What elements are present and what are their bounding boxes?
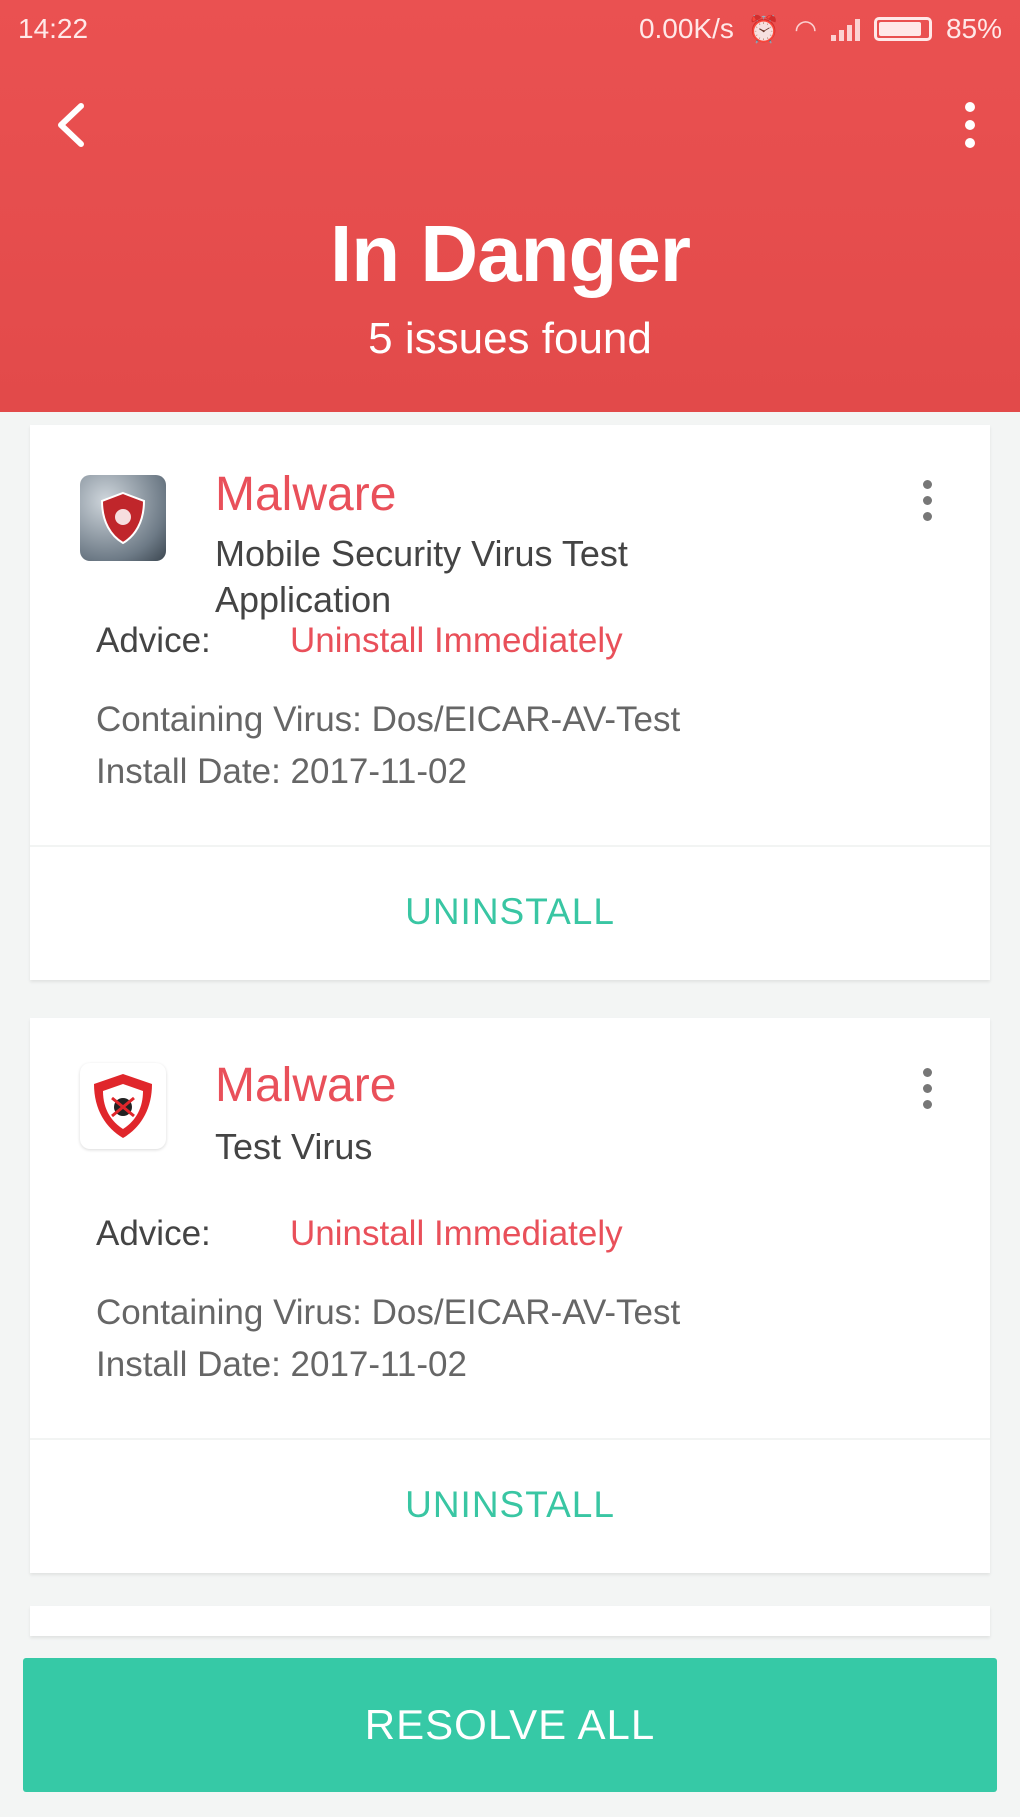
- threat-type: Malware: [215, 1059, 397, 1112]
- advice-label: Advice:: [96, 621, 211, 660]
- status-time: 14:22: [18, 13, 89, 44]
- battery-icon: [873, 17, 932, 41]
- card-more-button[interactable]: [912, 1058, 942, 1118]
- back-button[interactable]: [40, 90, 100, 160]
- install-date: Install Date: 2017-11-02: [96, 752, 467, 791]
- dot: [965, 138, 975, 148]
- resolve-all-button[interactable]: RESOLVE ALL: [23, 1658, 997, 1792]
- uninstall-button[interactable]: UNINSTALL: [30, 1445, 990, 1565]
- status-icons: 0.00K/s ⏰ ◠ 85%: [639, 13, 1002, 45]
- virus-name: Containing Virus: Dos/EICAR-AV-Test: [96, 700, 681, 739]
- signal-icon: [830, 17, 860, 41]
- advice-value: Uninstall Immediately: [290, 621, 623, 660]
- wifi-icon: ◠: [794, 13, 817, 44]
- status-bar: 14:22 0.00K/s ⏰ ◠ 85%: [0, 0, 1020, 58]
- alarm-icon: ⏰: [747, 13, 781, 44]
- virus-name: Containing Virus: Dos/EICAR-AV-Test: [96, 1293, 681, 1332]
- more-options-button[interactable]: [950, 90, 990, 160]
- uninstall-button[interactable]: UNINSTALL: [30, 852, 990, 972]
- issue-card: Malware Test Virus Advice: Uninstall Imm…: [30, 1018, 990, 1573]
- advice-label: Advice:: [96, 1214, 211, 1253]
- shield-virus-icon: [80, 1063, 166, 1149]
- network-speed: 0.00K/s: [638, 13, 734, 44]
- back-arrow-icon: [58, 103, 84, 147]
- dot: [965, 120, 975, 130]
- app-name: Test Virus: [215, 1126, 373, 1167]
- threat-type: Malware: [215, 468, 397, 521]
- dot: [965, 102, 975, 112]
- battery-level: 85%: [945, 13, 1002, 44]
- security-app-icon: [80, 475, 166, 561]
- app-name: Mobile Security Virus Test Application: [215, 533, 628, 620]
- issues-count: 5 issues found: [368, 314, 652, 363]
- advice-value: Uninstall Immediately: [290, 1214, 623, 1253]
- page-title: In Danger: [330, 209, 691, 298]
- card-divider: [30, 845, 990, 847]
- card-divider: [30, 1438, 990, 1440]
- install-date: Install Date: 2017-11-02: [96, 1345, 467, 1384]
- issue-card: Malware Mobile Security Virus Test Appli…: [30, 425, 990, 980]
- issue-card-partial: [30, 1606, 990, 1636]
- card-more-button[interactable]: [912, 470, 942, 530]
- danger-header: 14:22 0.00K/s ⏰ ◠ 85% In Danger 5 issues…: [0, 0, 1020, 412]
